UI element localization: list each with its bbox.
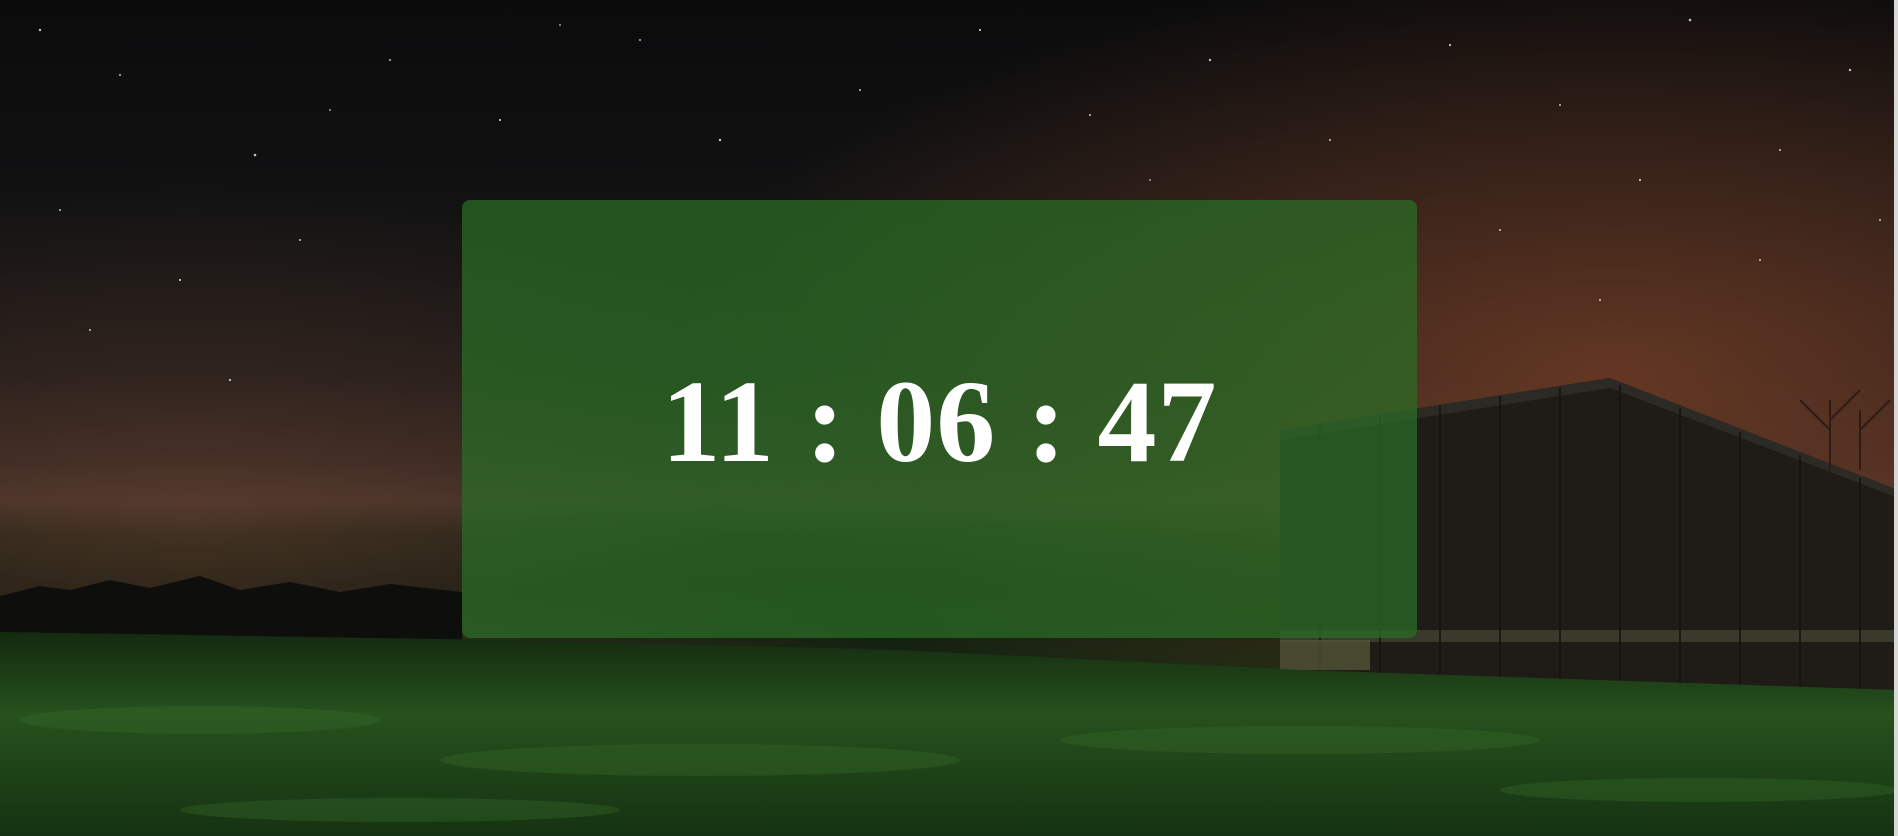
page-scrollbar[interactable] [1894, 0, 1898, 836]
clock-separator: : [774, 356, 877, 487]
clock-hours: 11 [661, 356, 775, 487]
clock-separator: : [996, 356, 1098, 487]
clock-minutes: 06 [876, 356, 997, 487]
clock-seconds: 47 [1097, 356, 1218, 487]
clock-panel: 11 : 06 : 47 [462, 200, 1417, 638]
digital-clock: 11 : 06 : 47 [661, 363, 1217, 481]
